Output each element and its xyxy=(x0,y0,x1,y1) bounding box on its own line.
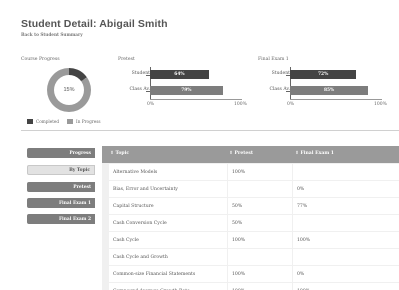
nav-final-exam-1[interactable]: Final Exam 1 xyxy=(27,198,95,208)
table-cell: 100% xyxy=(228,266,292,282)
table-cell xyxy=(293,215,399,231)
table-cell: 100% xyxy=(228,232,292,248)
completed-swatch xyxy=(27,119,33,124)
nav-pretest[interactable]: Pretest xyxy=(27,182,95,192)
table-cell: Bias, Error and Uncertainty xyxy=(109,181,227,197)
x-tick-label: 0% xyxy=(287,102,295,107)
table-row[interactable]: Common-size Financial Statements 100% 0% xyxy=(102,266,399,282)
table-cell: Cash Conversion Cycle xyxy=(109,215,227,231)
progress-percent: 15% xyxy=(63,87,75,93)
back-to-summary-link[interactable]: Back to Student Summary xyxy=(21,32,83,37)
table-cell: Cash Cycle xyxy=(109,232,227,248)
nav-progress[interactable]: Progress xyxy=(27,148,95,158)
table-row[interactable]: Cash Cycle and Growth xyxy=(102,249,399,265)
bar: 79% xyxy=(150,86,223,95)
legend-in-progress: In Progress xyxy=(67,119,101,124)
nav-final-exam-2[interactable]: Final Exam 2 xyxy=(27,214,95,224)
nav-by-topic[interactable]: By Topic xyxy=(27,165,95,175)
final-exam-1-chart: Student 72% Class Av. 85% 0% 100% xyxy=(258,67,387,121)
table-cell: 50% xyxy=(228,215,292,231)
column-header-topic[interactable]: ⇕ Topic xyxy=(110,151,129,156)
x-tick-label: 100% xyxy=(374,102,387,107)
table-row[interactable]: Alternative Models 100% xyxy=(102,164,399,180)
table-row[interactable]: Capital Structure 50% 77% xyxy=(102,198,399,214)
x-axis-line xyxy=(290,99,382,100)
x-tick-label: 0% xyxy=(147,102,155,107)
progress-legend: Completed In Progress xyxy=(27,119,109,124)
legend-in-progress-label: In Progress xyxy=(76,119,101,124)
course-progress-label: Course Progress xyxy=(21,57,60,62)
topic-table: ⇕ Topic ⇕ Pretest ⇕ Final Exam 1 Alterna… xyxy=(102,146,399,290)
bar: 64% xyxy=(150,70,209,79)
column-header-pretest[interactable]: ⇕ Pretest xyxy=(229,151,253,156)
nav-by-topic-label: By Topic xyxy=(69,167,90,173)
page-title: Student Detail: Abigail Smith xyxy=(21,18,168,30)
table-cell: Common-size Financial Statements xyxy=(109,266,227,282)
column-header-final-exam-1[interactable]: ⇕ Final Exam 1 xyxy=(295,151,334,156)
table-cell: Compound Average Growth Rate xyxy=(109,283,227,290)
table-cell xyxy=(228,181,292,197)
bar-value-label: 72% xyxy=(317,72,329,77)
in-progress-swatch xyxy=(67,119,74,124)
table-cell: 100% xyxy=(228,164,292,180)
nav-final-exam-1-label: Final Exam 1 xyxy=(58,200,91,206)
x-tick-label: 100% xyxy=(234,102,247,107)
table-row[interactable]: Cash Conversion Cycle 50% xyxy=(102,215,399,231)
table-cell: 77% xyxy=(293,198,399,214)
table-cell: Cash Cycle and Growth xyxy=(109,249,227,265)
table-cell: 100% xyxy=(228,283,292,290)
table-header: ⇕ Topic ⇕ Pretest ⇕ Final Exam 1 xyxy=(102,146,399,163)
table-cell: 100% xyxy=(293,283,399,290)
legend-completed-label: Completed xyxy=(36,119,60,124)
table-row[interactable]: Bias, Error and Uncertainty 0% xyxy=(102,181,399,197)
bar-value-label: 64% xyxy=(174,72,185,77)
table-cell: 100% xyxy=(293,232,399,248)
table-cell xyxy=(228,249,292,265)
final-exam-1-chart-title: Final Exam 1 xyxy=(258,57,289,62)
bar: 72% xyxy=(290,70,357,79)
table-row[interactable]: Cash Cycle 100% 100% xyxy=(102,232,399,248)
bar-row: Class Av. 79% xyxy=(118,86,242,97)
nav-pretest-label: Pretest xyxy=(73,184,91,190)
bar-value-label: 85% xyxy=(323,88,335,93)
bar-value-label: 79% xyxy=(181,88,192,93)
bar-row: Student 72% xyxy=(258,70,382,81)
table-cell xyxy=(293,249,399,265)
legend-completed: Completed xyxy=(27,119,59,124)
table-cell: Alternative Models xyxy=(109,164,227,180)
bar: 85% xyxy=(290,86,369,95)
x-axis-line xyxy=(150,99,242,100)
bar-row: Class Av. 85% xyxy=(258,86,382,97)
nav-progress-label: Progress xyxy=(69,150,91,156)
table-row[interactable]: Compound Average Growth Rate100%100% xyxy=(102,283,399,290)
table-cell: 0% xyxy=(293,266,399,282)
table-cell: Capital Structure xyxy=(109,198,227,214)
table-cell xyxy=(293,164,399,180)
nav-final-exam-2-label: Final Exam 2 xyxy=(58,216,91,222)
bar-row: Student 64% xyxy=(118,70,242,81)
table-cell: 50% xyxy=(228,198,292,214)
pretest-chart-title: Pretest xyxy=(118,57,135,62)
pretest-chart: Student 64% Class Av. 79% 0% 100% xyxy=(118,67,247,121)
table-cell: 0% xyxy=(293,181,399,197)
course-progress-donut: 15% xyxy=(47,68,91,112)
section-divider xyxy=(21,130,399,131)
